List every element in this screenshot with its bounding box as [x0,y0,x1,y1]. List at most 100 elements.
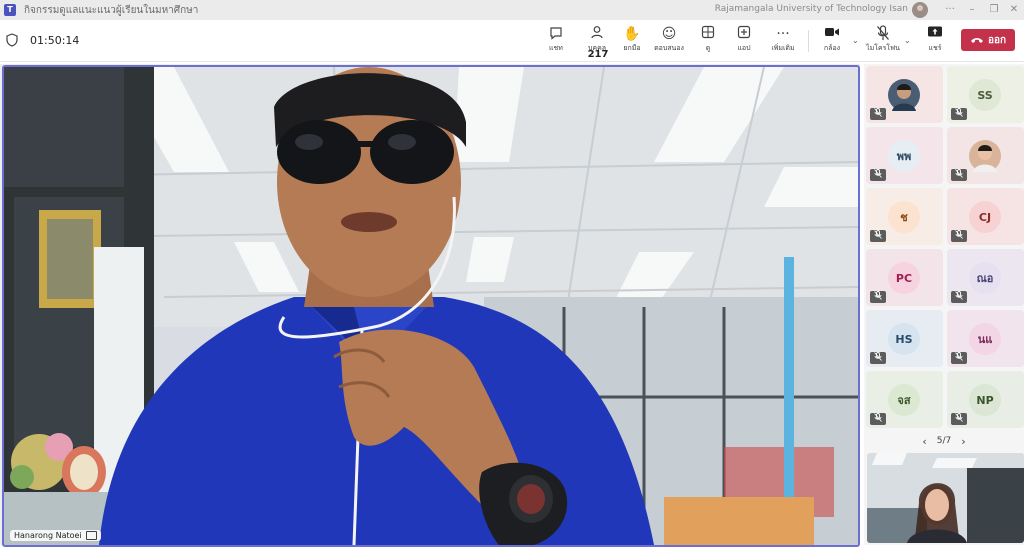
emoji-icon: ☺ [661,26,677,42]
people-icon [591,26,603,39]
minimize-icon[interactable]: – [962,2,982,18]
raise-hand-button[interactable]: ✋ ยกมือ [620,25,644,57]
view-label: ดู [705,44,711,52]
toolbar-divider [808,30,809,52]
screen-share-indicator-icon [85,531,97,540]
participant-tile[interactable]: ช [866,188,943,245]
self-view-video[interactable] [867,453,1024,543]
add-app-icon [732,25,756,43]
participant-tile[interactable]: NP [947,371,1024,428]
mic-off-icon [866,25,900,43]
participant-avatar: ณอ [969,262,1001,294]
camera-label: กล้อง [823,44,841,52]
mic-options-chevron-icon[interactable]: ⌄ [904,36,911,45]
mic-muted-icon [951,230,967,242]
apps-label: แอป [737,44,751,52]
participant-initials: HS [895,332,913,346]
camera-button[interactable]: กล้อง [818,25,846,57]
grid-view-icon [696,25,720,43]
video-camera-icon [818,25,846,43]
camera-options-chevron-icon[interactable]: ⌄ [852,36,859,45]
main-stage: Hanarong Natoei [0,64,860,547]
mic-button[interactable]: ไมโครโฟน [866,25,900,57]
shield-icon [6,33,18,47]
chat-icon [544,25,568,43]
participant-tile[interactable] [866,66,943,123]
leave-label: ออก [987,34,1007,46]
participant-initials: จส [897,394,911,407]
view-button[interactable]: ดู [696,25,720,57]
raise-hand-label: ยกมือ [623,44,641,52]
participant-gallery: SS พพช CJ PC ณอ HS นแจส NP ‹ 5/7 › [864,64,1024,545]
share-button[interactable]: แชร์ [922,25,948,57]
mic-muted-icon [870,352,886,364]
mic-muted-icon [951,169,967,181]
mic-muted-icon [870,413,886,425]
participant-avatar: HS [888,323,920,355]
participant-initials: ช [900,211,908,224]
mic-muted-icon [870,108,886,120]
mic-muted-icon [951,413,967,425]
more-button[interactable]: ··· เพิ่มเติม [768,25,798,57]
participant-initials: CJ [978,210,992,224]
participant-avatar: จส [888,384,920,416]
speaker-name: Hanarong Natoei [14,531,82,540]
chat-button[interactable]: แชท [544,25,568,57]
restore-icon[interactable]: ❐ [984,2,1004,18]
participant-avatar [969,140,1001,172]
more-options-icon[interactable]: ··· [940,2,960,18]
participant-avatar [888,79,920,111]
chat-label: แชท [549,44,563,52]
self-view-frame [867,453,1024,543]
speaker-video[interactable]: Hanarong Natoei [2,65,860,547]
speaker-video-frame [4,67,858,545]
share-screen-icon [922,25,948,43]
speaker-name-tag: Hanarong Natoei [10,530,101,541]
participant-tile[interactable]: นแ [947,310,1024,367]
participant-tile[interactable]: SS [947,66,1024,123]
mic-muted-icon [951,352,967,364]
ellipsis-icon: ··· [776,26,790,42]
participant-initials: พพ [896,150,912,163]
participant-tile[interactable]: ณอ [947,249,1024,306]
share-label: แชร์ [928,44,942,52]
organization-name: Rajamangala University of Technology Isa… [714,4,908,14]
participant-avatar: ช [888,201,920,233]
mic-muted-icon [951,291,967,303]
participant-tile[interactable] [947,127,1024,184]
mic-muted-icon [951,108,967,120]
people-button[interactable]: 217 บุคคล [580,25,614,60]
participant-initials: NP [976,393,994,407]
participant-tile[interactable]: พพ [866,127,943,184]
participant-avatar: CJ [969,201,1001,233]
participant-initials: นแ [977,333,993,346]
leave-button[interactable]: ออก [961,29,1015,51]
participant-avatar: PC [888,262,920,294]
participant-avatar: NP [969,384,1001,416]
meeting-toolbar: 01:50:14 แชท 217 บุคคล ✋ ยกมือ ☺ ตอบสนอง… [0,20,1024,62]
mic-muted-icon [870,169,886,181]
account-avatar[interactable] [912,2,928,18]
mic-muted-icon [870,230,886,242]
mic-muted-icon [870,291,886,303]
participant-tile[interactable]: CJ [947,188,1024,245]
participant-initials: SS [977,88,993,102]
next-page-chevron-icon[interactable]: › [961,435,965,448]
participant-avatar: นแ [969,323,1001,355]
participant-tile[interactable]: PC [866,249,943,306]
participant-tile[interactable]: HS [866,310,943,367]
gallery-pager: ‹ 5/7 › [864,432,1024,450]
teams-logo-icon: T [4,4,16,16]
previous-page-chevron-icon[interactable]: ‹ [922,435,926,448]
mic-label: ไมโครโฟน [866,44,900,52]
participant-tile[interactable]: จส [866,371,943,428]
participant-initials: PC [895,271,913,285]
title-bar: T กิจกรรมดูแลแนะแนวผู้เรียนในมหาศึกษา Ra… [0,0,1024,20]
more-label: เพิ่มเติม [771,44,795,52]
close-icon[interactable]: ✕ [1004,2,1024,18]
react-label: ตอบสนอง [654,44,684,52]
meeting-timer: 01:50:14 [30,34,80,47]
apps-button[interactable]: แอป [732,25,756,57]
react-button[interactable]: ☺ ตอบสนอง [652,25,686,57]
window-title: กิจกรรมดูแลแนะแนวผู้เรียนในมหาศึกษา [24,4,199,16]
